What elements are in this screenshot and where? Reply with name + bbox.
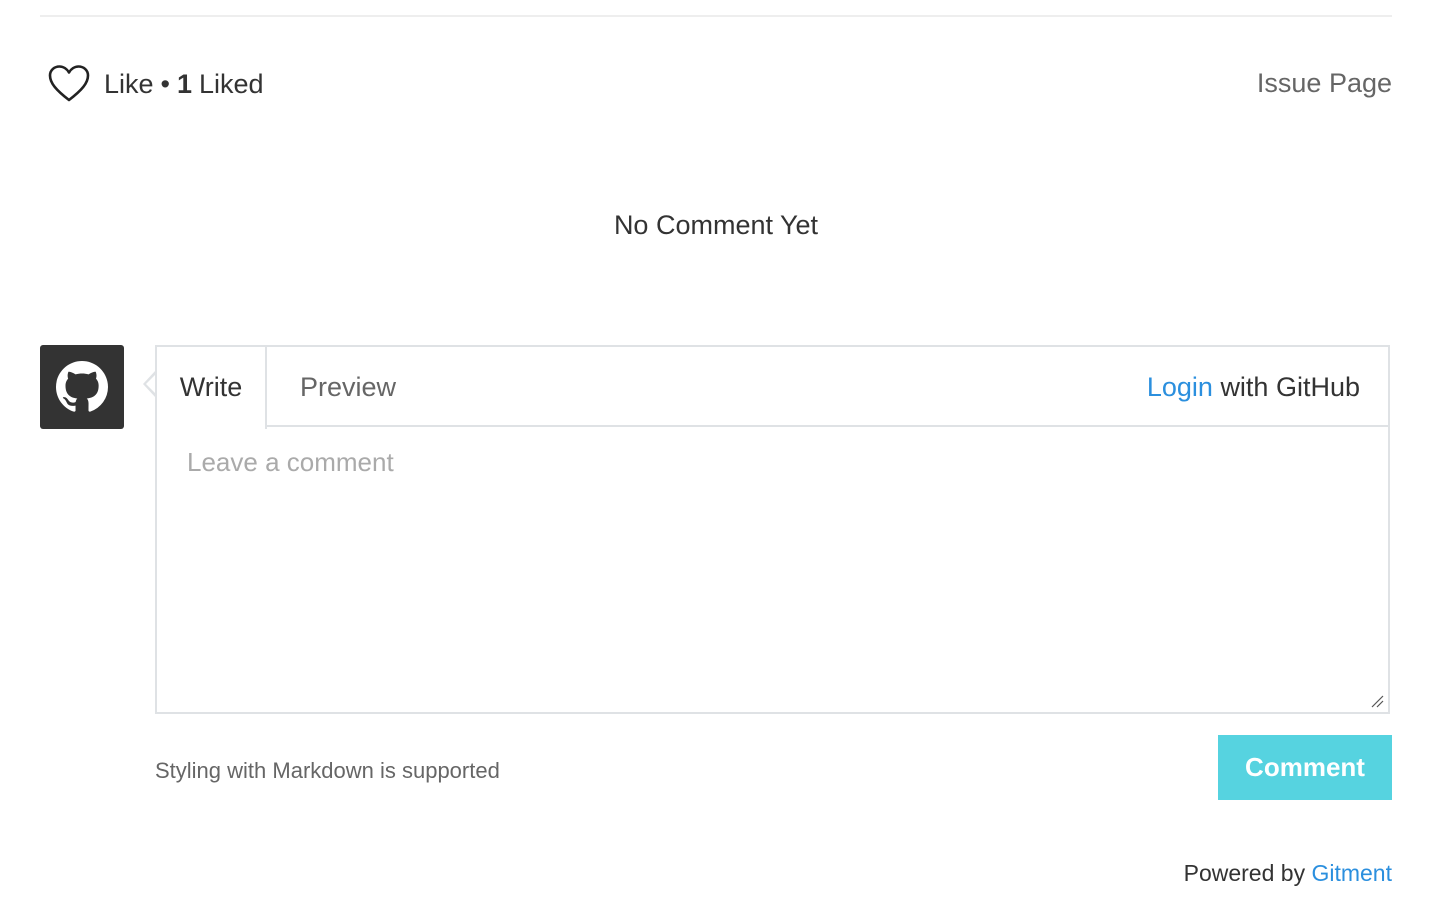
markdown-note: Styling with Markdown is supported xyxy=(155,758,500,783)
editor-header: Write Preview Login with GitHub xyxy=(157,347,1388,429)
gitment-link[interactable]: Gitment xyxy=(1311,860,1392,886)
comment-input[interactable] xyxy=(157,427,1388,712)
powered-by: Powered by Gitment xyxy=(1184,860,1392,887)
liked-count: 1 xyxy=(176,68,193,99)
avatar[interactable] xyxy=(40,345,124,429)
issue-page-link[interactable]: Issue Page xyxy=(1257,68,1392,99)
liked-label: Liked xyxy=(199,68,264,99)
github-icon xyxy=(56,361,108,412)
login-area: Login with GitHub xyxy=(1147,347,1360,427)
like-separator: • xyxy=(160,68,170,99)
tab-write[interactable]: Write xyxy=(157,347,267,429)
gitment-container: Like • 1 Liked Issue Page No Comment Yet… xyxy=(0,0,1452,904)
top-divider xyxy=(40,15,1392,17)
resize-handle-icon[interactable] xyxy=(1370,694,1384,708)
tab-preview[interactable]: Preview xyxy=(300,347,396,427)
like-button[interactable]: Like • 1 Liked xyxy=(48,62,264,106)
heart-icon xyxy=(48,64,90,104)
comment-editor: Write Preview Login with GitHub xyxy=(155,345,1390,714)
like-label: Like xyxy=(104,68,154,99)
login-link[interactable]: Login xyxy=(1147,372,1213,402)
powered-by-label: Powered by xyxy=(1183,860,1306,886)
empty-comments-message: No Comment Yet xyxy=(613,210,819,240)
comment-button[interactable]: Comment xyxy=(1218,735,1392,800)
login-suffix: with GitHub xyxy=(1220,372,1360,402)
